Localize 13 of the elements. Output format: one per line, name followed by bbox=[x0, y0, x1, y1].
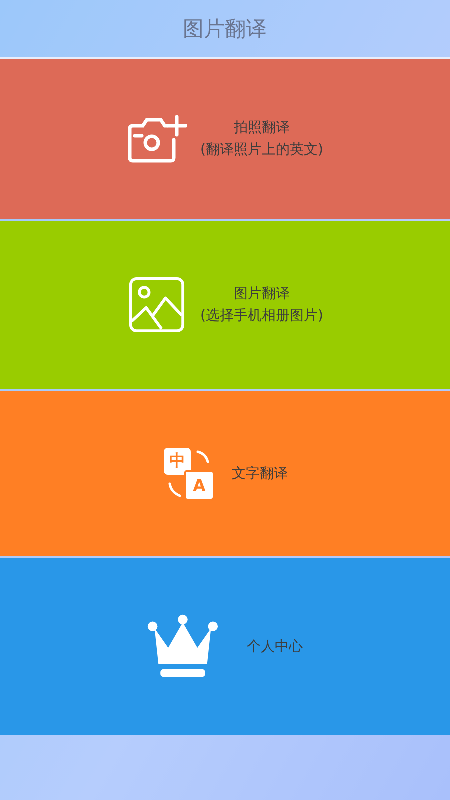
tile-label: 个人中心 bbox=[247, 638, 303, 656]
crown-icon bbox=[147, 614, 219, 680]
tile-label: 图片翻译 bbox=[234, 285, 290, 303]
menu-tile[interactable]: 拍照翻译 (翻译照片上的英文) bbox=[0, 59, 450, 219]
tile-label: (选择手机相册图片) bbox=[200, 307, 324, 325]
tile-label: 拍照翻译 bbox=[234, 119, 290, 137]
menu-tile[interactable]: 图片翻译 (选择手机相册图片) bbox=[0, 221, 450, 389]
menu-tile[interactable]: 中 A 文字翻译 bbox=[0, 391, 450, 556]
tile-label: 文字翻译 bbox=[232, 464, 288, 482]
picture-icon bbox=[126, 277, 187, 333]
tile-label: (翻译照片上的英文) bbox=[200, 141, 324, 159]
menu-tile[interactable]: 个人中心 bbox=[0, 558, 450, 735]
page-title: 图片翻译 bbox=[183, 16, 267, 42]
